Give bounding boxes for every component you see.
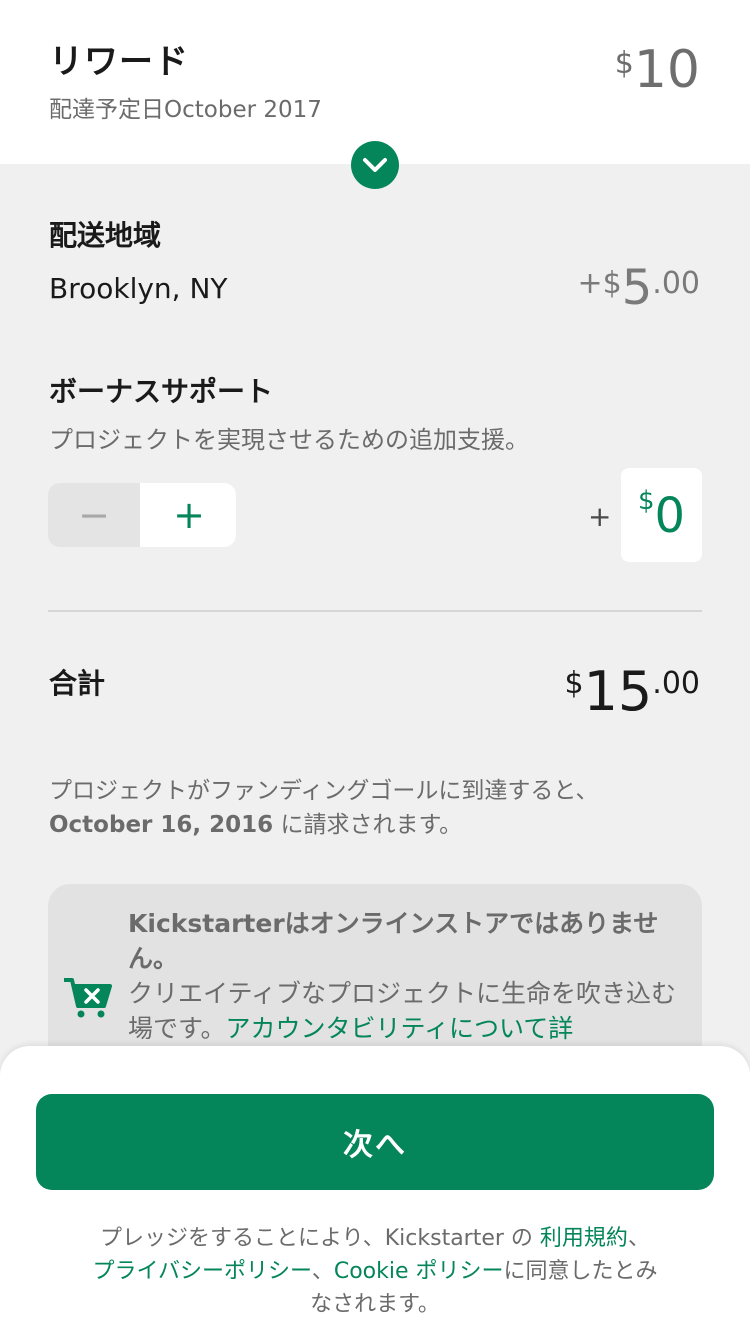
bonus-support-subtitle: プロジェクトを実現させるための追加支援。 <box>49 426 529 454</box>
reward-title: リワード <box>49 42 189 82</box>
reward-price-amount: 10 <box>633 40 700 100</box>
bonus-amount: 0 <box>654 488 686 544</box>
shipping-location[interactable]: Brooklyn, NY <box>49 272 228 305</box>
accountability-link[interactable]: アカウンタビリティについて詳 <box>226 1014 574 1043</box>
shipping-price-cents: .00 <box>652 266 700 301</box>
shipping-price: +$ 5 .00 <box>578 262 701 314</box>
shipping-title: 配送地域 <box>49 219 162 252</box>
charge-note-line2: に請求されます。 <box>273 812 463 838</box>
reward-header[interactable]: リワード 配達予定日October 2017 $ 10 <box>0 0 750 164</box>
decrement-button[interactable]: − <box>48 483 142 547</box>
cookie-policy-link[interactable]: Cookie ポリシー <box>334 1259 504 1284</box>
terms-link[interactable]: 利用規約 <box>540 1226 628 1251</box>
privacy-policy-link[interactable]: プライバシーポリシー <box>92 1259 311 1284</box>
charge-note: プロジェクトがファンディングゴールに到達すると、 October 16, 201… <box>49 774 709 842</box>
total-label: 合計 <box>49 667 106 700</box>
legal-sep-1: 、 <box>627 1226 650 1251</box>
divider <box>48 610 702 612</box>
reward-delivery-date: 配達予定日October 2017 <box>49 97 322 123</box>
shipping-price-sign: +$ <box>577 266 622 301</box>
legal-sep-2: 、 <box>311 1259 334 1284</box>
charge-note-line1: プロジェクトがファンディングゴールに到達すると、 <box>49 778 599 804</box>
bottom-sheet: 次へ プレッジをすることにより、Kickstarter の 利用規約、プライバシ… <box>0 1046 750 1334</box>
legal-notice: プレッジをすることにより、Kickstarter の 利用規約、プライバシーポリ… <box>90 1222 660 1321</box>
total-currency: $ <box>564 666 584 701</box>
bonus-currency: $ <box>637 486 655 516</box>
total-amount: 15 <box>583 660 653 723</box>
cart-x-icon <box>64 978 112 1018</box>
expand-reward-button[interactable] <box>351 141 399 189</box>
info-card-heading: Kickstarterはオンラインストアではありません。 <box>128 909 659 973</box>
chevron-down-icon <box>363 158 387 172</box>
bonus-support-title: ボーナスサポート <box>49 375 274 408</box>
legal-prefix: プレッジをすることにより、Kickstarter の <box>100 1226 540 1251</box>
increment-button[interactable]: + <box>142 483 236 547</box>
shipping-price-dollars: 5 <box>621 260 653 316</box>
pledge-screen: リワード 配達予定日October 2017 $ 10 配送地域 Brookly… <box>0 0 750 1334</box>
next-button[interactable]: 次へ <box>36 1094 714 1190</box>
charge-date: October 16, 2016 <box>49 812 274 838</box>
total-cents: .00 <box>652 666 700 701</box>
bonus-amount-field[interactable]: $ 0 <box>621 468 702 562</box>
info-card-text: Kickstarterはオンラインストアではありません。 クリエイティブなプロジ… <box>128 906 678 1046</box>
reward-price: $ 10 <box>615 40 700 100</box>
reward-price-currency: $ <box>614 46 634 81</box>
bonus-plus-sign: + <box>588 500 612 533</box>
bonus-stepper: − + <box>48 483 236 547</box>
total-price: $ 15 .00 <box>564 662 700 722</box>
